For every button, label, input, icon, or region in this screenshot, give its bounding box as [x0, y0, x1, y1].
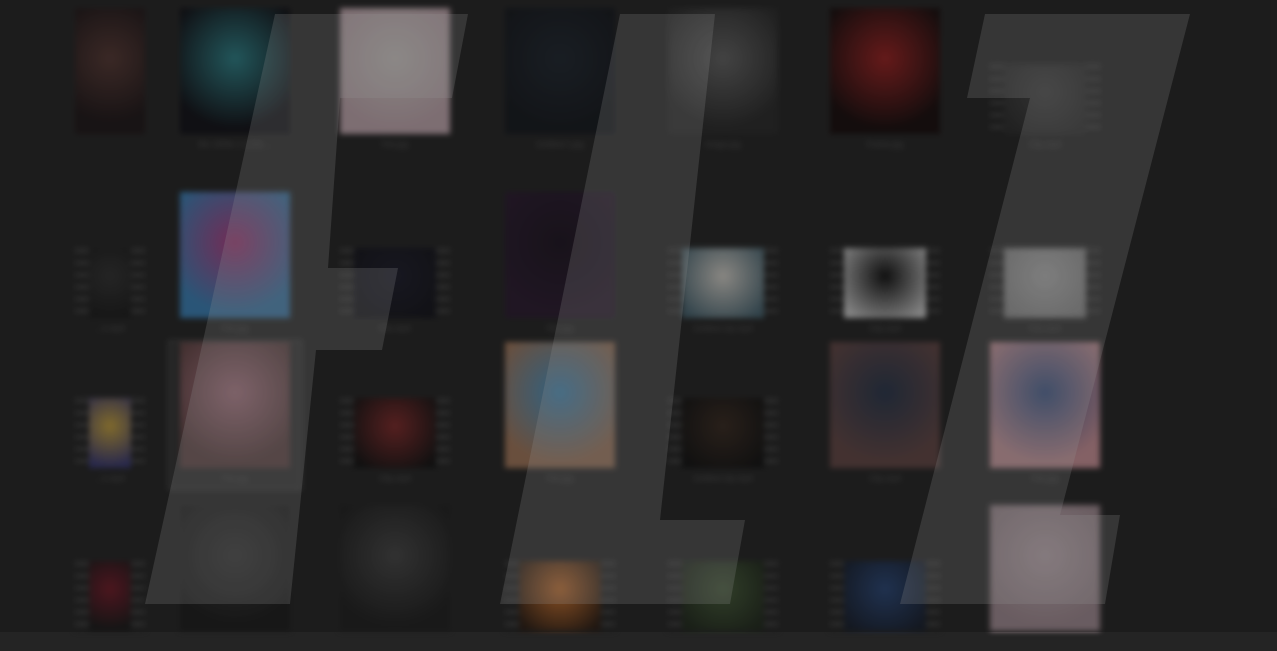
logo-letter-z	[900, 14, 1190, 604]
flz-watermark-logo-icon	[145, 14, 1190, 604]
logo-letter-f	[145, 14, 468, 604]
logo-letter-l	[500, 14, 745, 604]
